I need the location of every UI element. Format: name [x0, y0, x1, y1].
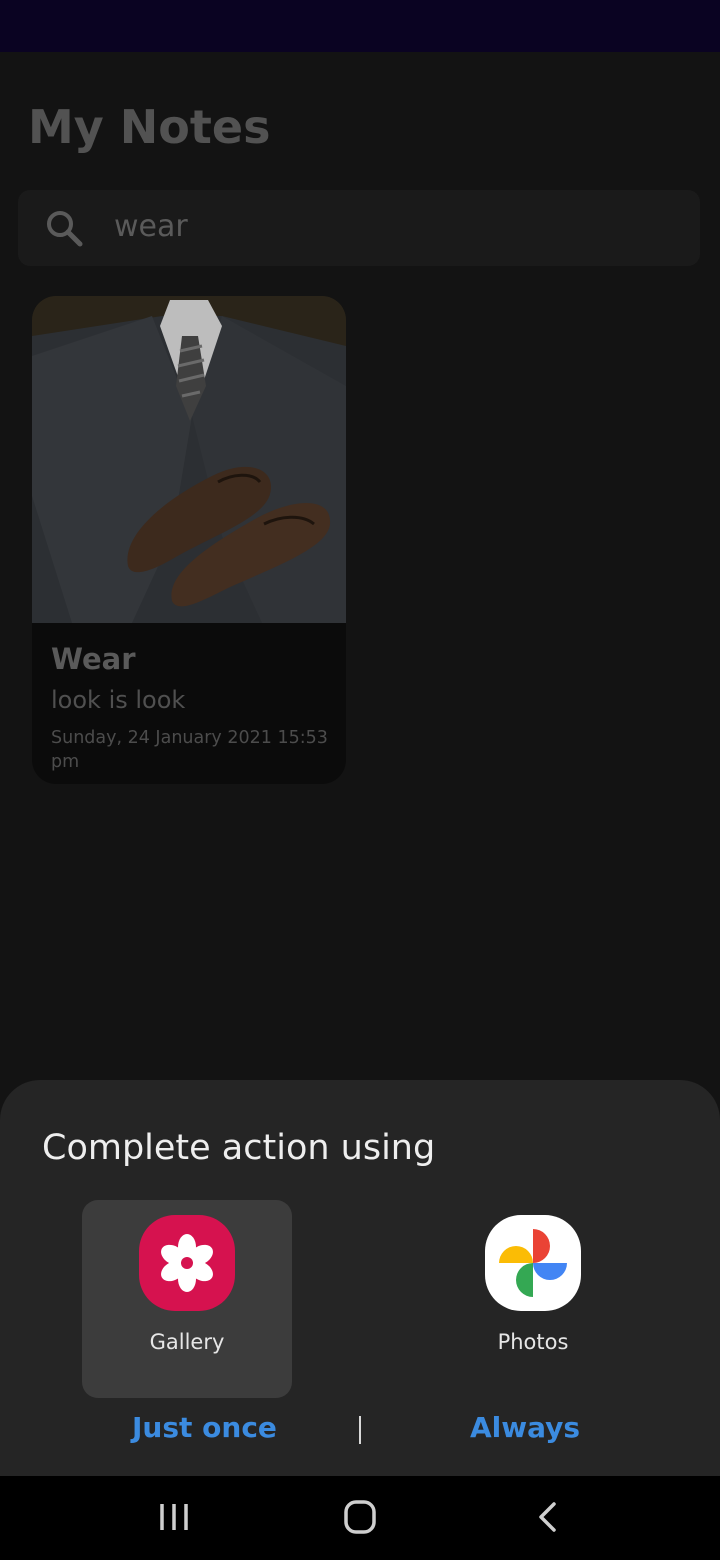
button-divider: [359, 1416, 361, 1444]
always-button[interactable]: Always: [470, 1411, 580, 1444]
search-bar[interactable]: wear: [18, 190, 700, 266]
note-subtitle: look is look: [51, 686, 186, 714]
home-icon[interactable]: [336, 1496, 384, 1540]
status-bar: [0, 0, 720, 52]
back-icon[interactable]: [524, 1496, 572, 1540]
navigation-bar: [0, 1476, 720, 1560]
app-label-photos: Photos: [497, 1330, 569, 1354]
search-input[interactable]: wear: [114, 209, 188, 244]
sheet-title: Complete action using: [42, 1128, 436, 1168]
just-once-button[interactable]: Just once: [132, 1411, 277, 1444]
note-image: [32, 296, 346, 623]
page-title: My Notes: [28, 100, 271, 154]
app-option-gallery[interactable]: Gallery: [82, 1200, 292, 1398]
note-card[interactable]: Wear look is look Sunday, 24 January 202…: [32, 296, 346, 784]
note-title: Wear: [51, 642, 136, 676]
gallery-icon: [139, 1215, 235, 1311]
app-option-photos[interactable]: Photos: [428, 1200, 638, 1398]
recents-icon[interactable]: [150, 1496, 198, 1540]
google-photos-icon: [485, 1215, 581, 1311]
complete-action-sheet: Complete action using Gallery Photos Jus…: [0, 1080, 720, 1476]
search-icon: [47, 211, 83, 247]
note-date: Sunday, 24 January 2021 15:53 pm: [51, 728, 328, 772]
app-label-gallery: Gallery: [149, 1330, 225, 1354]
